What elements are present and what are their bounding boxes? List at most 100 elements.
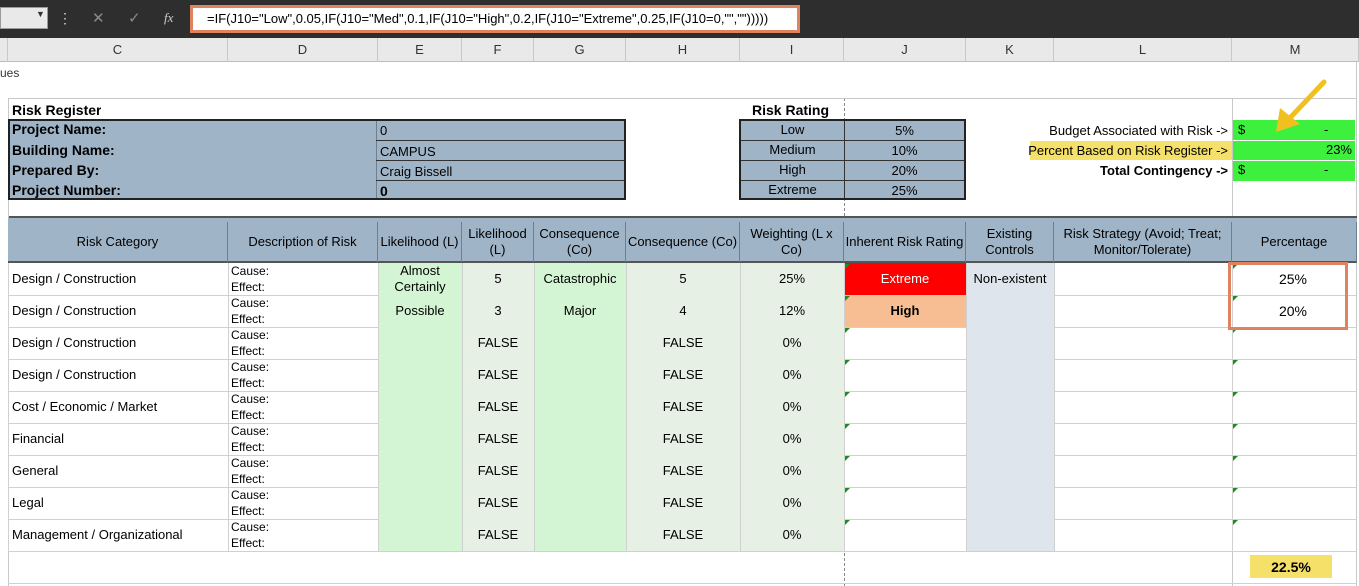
building-name-value[interactable]: CAMPUS xyxy=(380,144,436,159)
risk-category[interactable]: Design / Construction xyxy=(12,303,224,318)
inherent-rating-value[interactable]: High xyxy=(844,303,966,318)
cause-label: Cause: xyxy=(231,360,270,374)
cell-divider xyxy=(228,519,229,551)
controls-cell[interactable] xyxy=(966,327,1054,359)
formula-input[interactable]: =IF(J10="Low",0.05,IF(J10="Med",0.1,IF(J… xyxy=(190,5,800,33)
controls-cell[interactable] xyxy=(966,487,1054,519)
cell-divider xyxy=(966,455,967,487)
header-percentage: Percentage xyxy=(1232,222,1357,262)
risk-category[interactable]: Cost / Economic / Market xyxy=(12,399,224,414)
project-name-value[interactable]: 0 xyxy=(380,123,387,138)
cancel-icon[interactable]: ✕ xyxy=(92,9,105,27)
risk-category[interactable]: Legal xyxy=(12,495,224,510)
controls-cell[interactable] xyxy=(966,455,1054,487)
cell-divider xyxy=(966,359,967,391)
cell-note-marker-icon xyxy=(1233,456,1238,461)
effect-label: Effect: xyxy=(231,312,265,326)
header-risk-strategy: Risk Strategy (Avoid; Treat; Monitor/Tol… xyxy=(1054,222,1232,262)
likelihood-value: Possible xyxy=(395,303,445,318)
likelihood-cell[interactable] xyxy=(378,391,462,423)
risk-category[interactable]: Design / Construction xyxy=(12,367,224,382)
risk-category[interactable]: Design / Construction xyxy=(12,335,224,350)
likelihood-cell[interactable] xyxy=(378,359,462,391)
likelihood-cell[interactable] xyxy=(378,487,462,519)
column-header-e[interactable]: E xyxy=(378,38,462,62)
consequence-cell[interactable] xyxy=(534,391,626,423)
consequence-cell[interactable] xyxy=(534,327,626,359)
rating-extreme-label: Extreme xyxy=(768,182,817,197)
column-header-g[interactable]: G xyxy=(534,38,626,62)
consequence-number: FALSE xyxy=(662,527,704,542)
consequence-cell[interactable] xyxy=(534,519,626,551)
likelihood-cell[interactable] xyxy=(378,327,462,359)
likelihood-cell[interactable] xyxy=(378,519,462,551)
consequence-cell[interactable] xyxy=(534,455,626,487)
header-likelihood-num: Likelihood (L) xyxy=(462,222,534,262)
chevron-down-icon[interactable]: ▼ xyxy=(36,9,45,19)
column-header-k[interactable]: K xyxy=(966,38,1054,62)
column-header-l[interactable]: L xyxy=(1054,38,1232,62)
cell-divider xyxy=(8,359,9,391)
cell-divider xyxy=(8,487,9,519)
fx-icon[interactable]: fx xyxy=(164,10,173,26)
likelihood-cell[interactable] xyxy=(378,455,462,487)
weighting-value: 0% xyxy=(782,495,802,510)
risk-category[interactable]: Management / Organizational xyxy=(12,527,224,542)
cell-divider xyxy=(534,359,535,391)
column-header-stub xyxy=(0,38,8,62)
rating-low-value[interactable]: 5% xyxy=(845,123,964,138)
column-header-m[interactable]: M xyxy=(1232,38,1359,62)
column-header-c[interactable]: C xyxy=(8,38,228,62)
cell-divider xyxy=(966,327,967,359)
risk-register-title: Risk Register xyxy=(12,102,102,118)
rating-medium-value[interactable]: 10% xyxy=(845,143,964,158)
column-headers: C D E F G H I J K L M xyxy=(0,38,1359,62)
controls-cell[interactable] xyxy=(966,519,1054,551)
consequence-cell[interactable] xyxy=(534,359,626,391)
budget-currency: $ xyxy=(1238,122,1246,137)
cell-divider xyxy=(8,423,9,455)
column-header-j[interactable]: J xyxy=(844,38,966,62)
inherent-rating-value[interactable]: Extreme xyxy=(844,271,966,286)
controls-cell[interactable] xyxy=(966,295,1054,327)
likelihood-cell[interactable] xyxy=(378,423,462,455)
project-name-label: Project Name: xyxy=(12,121,107,137)
rating-extreme-value[interactable]: 25% xyxy=(845,183,964,198)
consequence-number: FALSE xyxy=(662,335,704,350)
cell-divider xyxy=(378,487,379,519)
controls-cell[interactable] xyxy=(966,391,1054,423)
prepared-by-value[interactable]: Craig Bissell xyxy=(380,164,452,179)
cell-divider xyxy=(534,487,535,519)
cell-divider xyxy=(378,455,379,487)
consequence-cell[interactable] xyxy=(534,423,626,455)
controls-cell[interactable] xyxy=(966,423,1054,455)
cell-divider xyxy=(378,391,379,423)
risk-category[interactable]: Design / Construction xyxy=(12,271,224,286)
rating-high-value[interactable]: 20% xyxy=(845,163,964,178)
column-header-h[interactable]: H xyxy=(626,38,740,62)
cell-divider xyxy=(378,295,379,327)
more-options-icon[interactable]: ⋮ xyxy=(58,10,72,27)
cell-note-marker-icon xyxy=(845,520,850,525)
likelihood-number: 5 xyxy=(494,271,502,286)
cell-divider xyxy=(966,487,967,519)
column-header-d[interactable]: D xyxy=(228,38,378,62)
contingency-cell[interactable] xyxy=(1233,161,1355,181)
project-number-value[interactable]: 0 xyxy=(380,183,388,199)
annotation-arrow-icon xyxy=(1276,79,1327,132)
effect-label: Effect: xyxy=(231,440,265,454)
cell-divider xyxy=(8,295,9,327)
budget-label: Budget Associated with Risk -> xyxy=(1049,123,1228,138)
cell-divider xyxy=(1054,391,1055,423)
cell-divider xyxy=(534,391,535,423)
column-header-i[interactable]: I xyxy=(740,38,844,62)
controls-cell[interactable] xyxy=(966,359,1054,391)
confirm-icon[interactable]: ✓ xyxy=(128,9,141,27)
percent-label: Percent Based on Risk Register -> xyxy=(1028,143,1228,158)
risk-category[interactable]: General xyxy=(12,463,224,478)
risk-category[interactable]: Financial xyxy=(12,431,224,446)
consequence-cell[interactable] xyxy=(534,487,626,519)
existing-controls-value[interactable]: Non-existent xyxy=(966,271,1054,286)
column-header-f[interactable]: F xyxy=(462,38,534,62)
consequence-number: FALSE xyxy=(662,495,704,510)
